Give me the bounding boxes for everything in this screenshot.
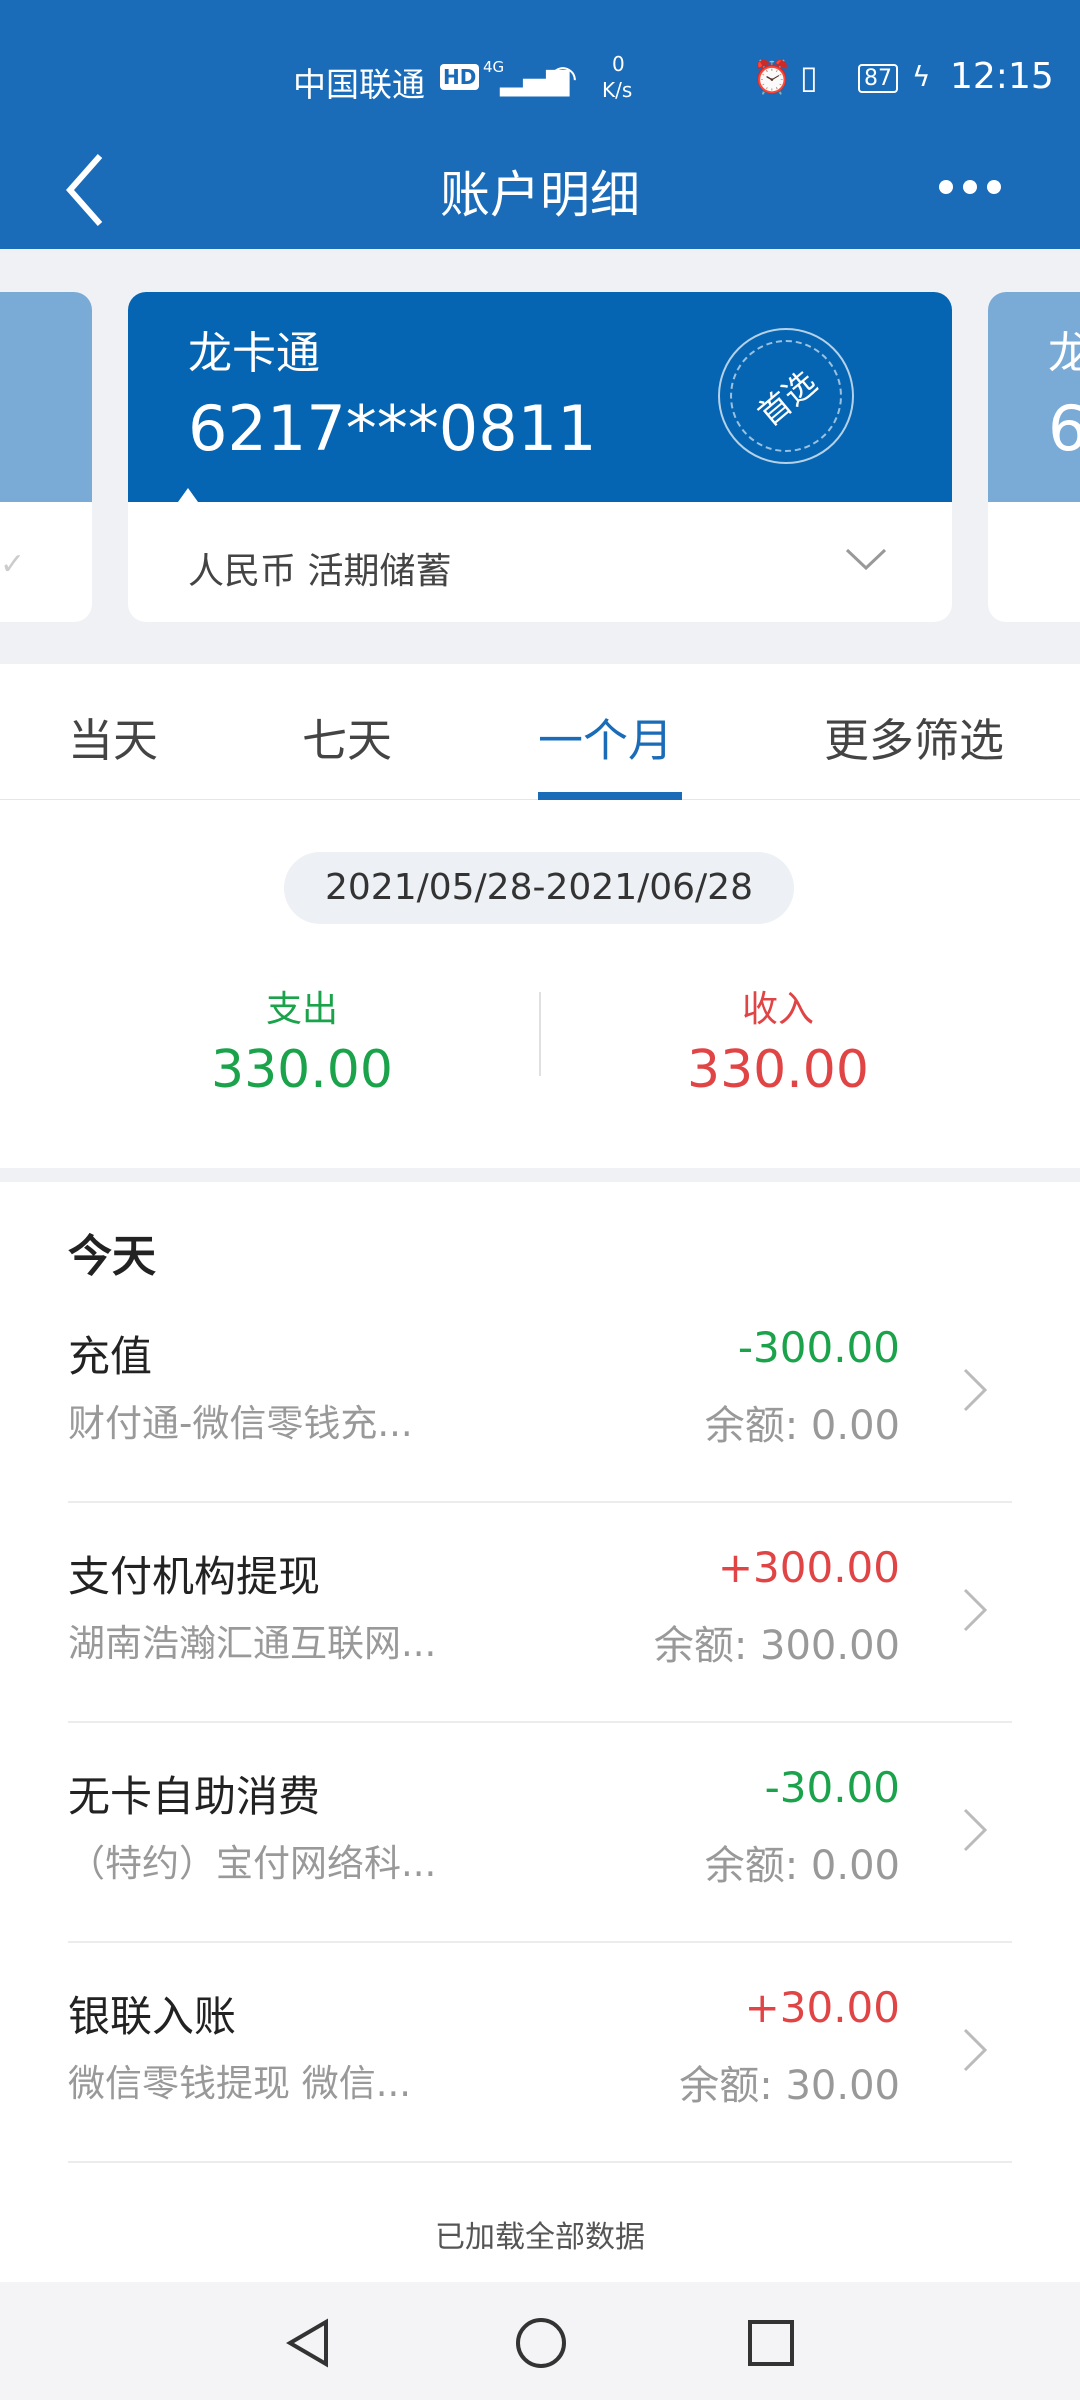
chevron-right-icon <box>963 1588 988 1632</box>
vibrate-icon: ▯ <box>800 58 818 96</box>
next-card[interactable]: 龙 6 <box>988 292 1080 622</box>
section-gap <box>0 1168 1080 1182</box>
transaction-desc: （特约）宝付网络科... <box>68 1842 437 1885</box>
transaction-desc: 湖南浩瀚汇通互联网... <box>68 1622 437 1665</box>
tab-today[interactable]: 当天 <box>68 704 158 769</box>
net-speed-value: 0 <box>612 52 625 76</box>
transaction-desc: 财付通-微信零钱充... <box>68 1402 413 1445</box>
page-title: 账户明细 <box>440 166 640 224</box>
footer-text: 已加载全部数据 <box>435 2220 645 2255</box>
transaction-balance: 余额: 300.00 <box>653 1623 900 1669</box>
chevron-right-icon <box>963 1368 988 1412</box>
tab-seven-days[interactable]: 七天 <box>302 704 392 769</box>
card-name: 龙卡通 <box>188 328 320 379</box>
transaction-amount: +30.00 <box>744 1983 900 2032</box>
selected-card[interactable]: 龙卡通 6217***0811 首选 人民币 活期储蓄 <box>128 292 952 622</box>
section-title: 今天 <box>68 1231 156 1282</box>
transaction-balance: 余额: 0.00 <box>704 1843 900 1889</box>
clock: 12:15 <box>950 56 1054 97</box>
transaction-row[interactable]: 充值 财付通-微信零钱充... -300.00 余额: 0.00 <box>68 1283 1012 1503</box>
income-total: 330.00 <box>687 1040 869 1100</box>
card-number: 6217***0811 <box>188 392 597 465</box>
transaction-desc: 微信零钱提现 微信... <box>68 2062 412 2105</box>
transaction-title: 充值 <box>68 1332 153 1381</box>
divider <box>539 992 541 1076</box>
nav-home-icon[interactable] <box>514 2316 568 2370</box>
preferred-stamp: 首选 <box>718 328 854 464</box>
chevron-down-icon[interactable] <box>844 546 888 574</box>
card-carousel: ✓ 龙卡通 6217***0811 首选 人民币 活期储蓄 龙 6 <box>0 249 1080 664</box>
carrier: 中国联通 <box>293 65 425 104</box>
previous-card[interactable]: ✓ <box>0 292 92 622</box>
nav-recents-icon[interactable] <box>746 2318 796 2368</box>
expense-total: 330.00 <box>211 1040 393 1100</box>
transaction-balance: 余额: 30.00 <box>679 2063 900 2109</box>
nav-back-icon[interactable] <box>284 2318 334 2368</box>
transaction-amount: -30.00 <box>764 1763 900 1812</box>
transaction-row[interactable]: 支付机构提现 湖南浩瀚汇通互联网... +300.00 余额: 300.00 <box>68 1503 1012 1723</box>
tab-one-month[interactable]: 一个月 <box>538 704 673 769</box>
tab-more-filters[interactable]: 更多筛选 <box>824 704 1004 769</box>
next-card-number: 6 <box>1048 392 1080 465</box>
date-range[interactable]: 2021/05/28-2021/06/28 <box>284 852 794 924</box>
battery-level: 87 <box>858 64 898 93</box>
transaction-title: 支付机构提现 <box>68 1552 321 1601</box>
transaction-balance: 余额: 0.00 <box>704 1403 900 1449</box>
more-icon[interactable] <box>938 172 1002 202</box>
transaction-title: 无卡自助消费 <box>68 1772 321 1821</box>
alarm-icon: ⏰ <box>752 58 792 96</box>
transaction-amount: +300.00 <box>717 1543 900 1592</box>
transaction-row[interactable]: 无卡自助消费 （特约）宝付网络科... -30.00 余额: 0.00 <box>68 1723 1012 1943</box>
transaction-title: 银联入账 <box>68 1992 237 2041</box>
active-tab-indicator <box>538 792 682 800</box>
net-speed-unit: K/s <box>602 78 633 102</box>
next-card-name: 龙 <box>1048 328 1080 379</box>
hd-badge: HD <box>440 64 480 90</box>
charging-icon: ϟ <box>912 60 931 93</box>
chevron-down-icon: ✓ <box>0 547 26 582</box>
wifi-icon: ◠ <box>548 58 578 98</box>
transaction-row[interactable]: 银联入账 微信零钱提现 微信... +30.00 余额: 30.00 <box>68 1943 1012 2163</box>
system-nav-bar <box>0 2282 1080 2400</box>
period-tabs: 当天 七天 一个月 更多筛选 <box>0 664 1080 800</box>
transaction-amount: -300.00 <box>737 1323 900 1372</box>
expense-label: 支出 <box>265 989 338 1030</box>
chevron-right-icon <box>963 1808 988 1852</box>
app-header: 中国联通 HD 4G ▂▄▆ ◠ 0 K/s ⏰ ▯ 87 ϟ 12:15 账户… <box>0 0 1080 249</box>
account-type: 人民币 活期储蓄 <box>188 551 452 592</box>
income-label: 收入 <box>741 989 814 1030</box>
pointer-triangle <box>178 488 198 502</box>
chevron-right-icon <box>963 2028 988 2072</box>
